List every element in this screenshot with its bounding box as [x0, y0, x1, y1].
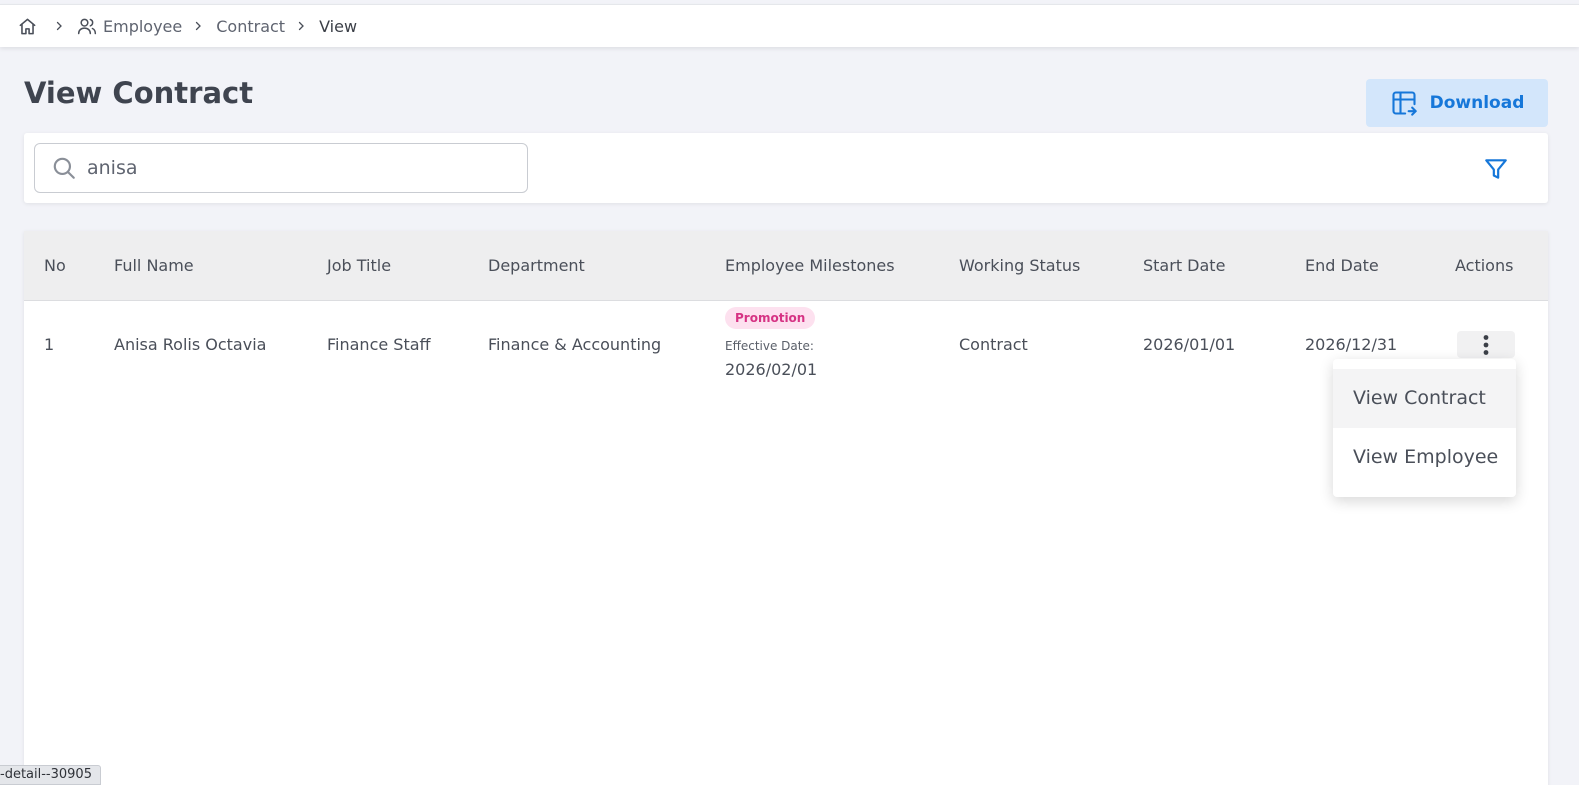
column-header-job-title: Job Title: [327, 256, 392, 275]
search-icon: [53, 157, 75, 179]
row-actions-button[interactable]: [1457, 331, 1515, 358]
cell-department: Finance & Accounting: [488, 335, 662, 354]
menu-item-view-employee[interactable]: View Employee: [1333, 428, 1516, 487]
chevron-right-icon: [192, 20, 204, 32]
cell-no: 1: [44, 335, 55, 354]
milestone-badge: Promotion: [725, 307, 816, 329]
contract-table: No Full Name Job Title Department Employ…: [24, 231, 1548, 785]
cell-full-name: Anisa Rolis Octavia: [114, 335, 267, 354]
download-button-label: Download: [1429, 93, 1525, 113]
table-export-icon: [1392, 91, 1417, 116]
cell-working-status: Contract: [959, 335, 1028, 354]
breadcrumb-contract-label: Contract: [216, 16, 286, 36]
column-header-end-date: End Date: [1305, 256, 1379, 275]
cell-job-title: Finance Staff: [327, 335, 431, 354]
column-header-full-name: Full Name: [114, 256, 194, 275]
column-header-start-date: Start Date: [1143, 256, 1226, 275]
breadcrumb-current: View: [319, 16, 358, 36]
download-button[interactable]: Download: [1366, 79, 1548, 127]
breadcrumb-employee-label: Employee: [103, 16, 183, 36]
column-header-employee-milestones: Employee Milestones: [725, 256, 895, 275]
column-header-department: Department: [488, 256, 585, 275]
cell-end-date: 2026/12/31: [1305, 335, 1398, 354]
more-vertical-icon: [1483, 334, 1489, 355]
filter-button[interactable]: [1480, 153, 1512, 185]
actions-dropdown-menu: View Contract View Employee: [1333, 359, 1516, 497]
status-bar-url: -detail--30905: [0, 765, 101, 785]
cell-start-date: 2026/01/01: [1143, 335, 1236, 354]
chevron-right-icon: [53, 20, 65, 32]
breadcrumb: Employee Contract View: [18, 16, 357, 36]
effective-date-label: Effective Date:: [725, 339, 814, 353]
column-header-actions: Actions: [1455, 256, 1514, 275]
search-card: [24, 133, 1548, 203]
page-title: View Contract: [24, 76, 254, 110]
chevron-right-icon: [295, 20, 307, 32]
users-icon: [77, 18, 97, 35]
breadcrumb-employee[interactable]: Employee: [77, 16, 182, 36]
table-header: No Full Name Job Title Department Employ…: [24, 231, 1548, 301]
breadcrumb-contract[interactable]: Contract: [216, 17, 285, 36]
top-bar: Employee Contract View: [0, 4, 1579, 47]
home-icon: [19, 18, 36, 34]
breadcrumb-home[interactable]: [18, 17, 43, 36]
filter-icon: [1485, 159, 1507, 179]
column-header-no: No: [44, 256, 66, 275]
effective-date-value: 2026/02/01: [725, 360, 818, 379]
search-box[interactable]: [34, 143, 528, 193]
menu-item-view-contract[interactable]: View Contract: [1333, 369, 1516, 428]
search-input[interactable]: [87, 157, 487, 179]
column-header-working-status: Working Status: [959, 256, 1081, 275]
